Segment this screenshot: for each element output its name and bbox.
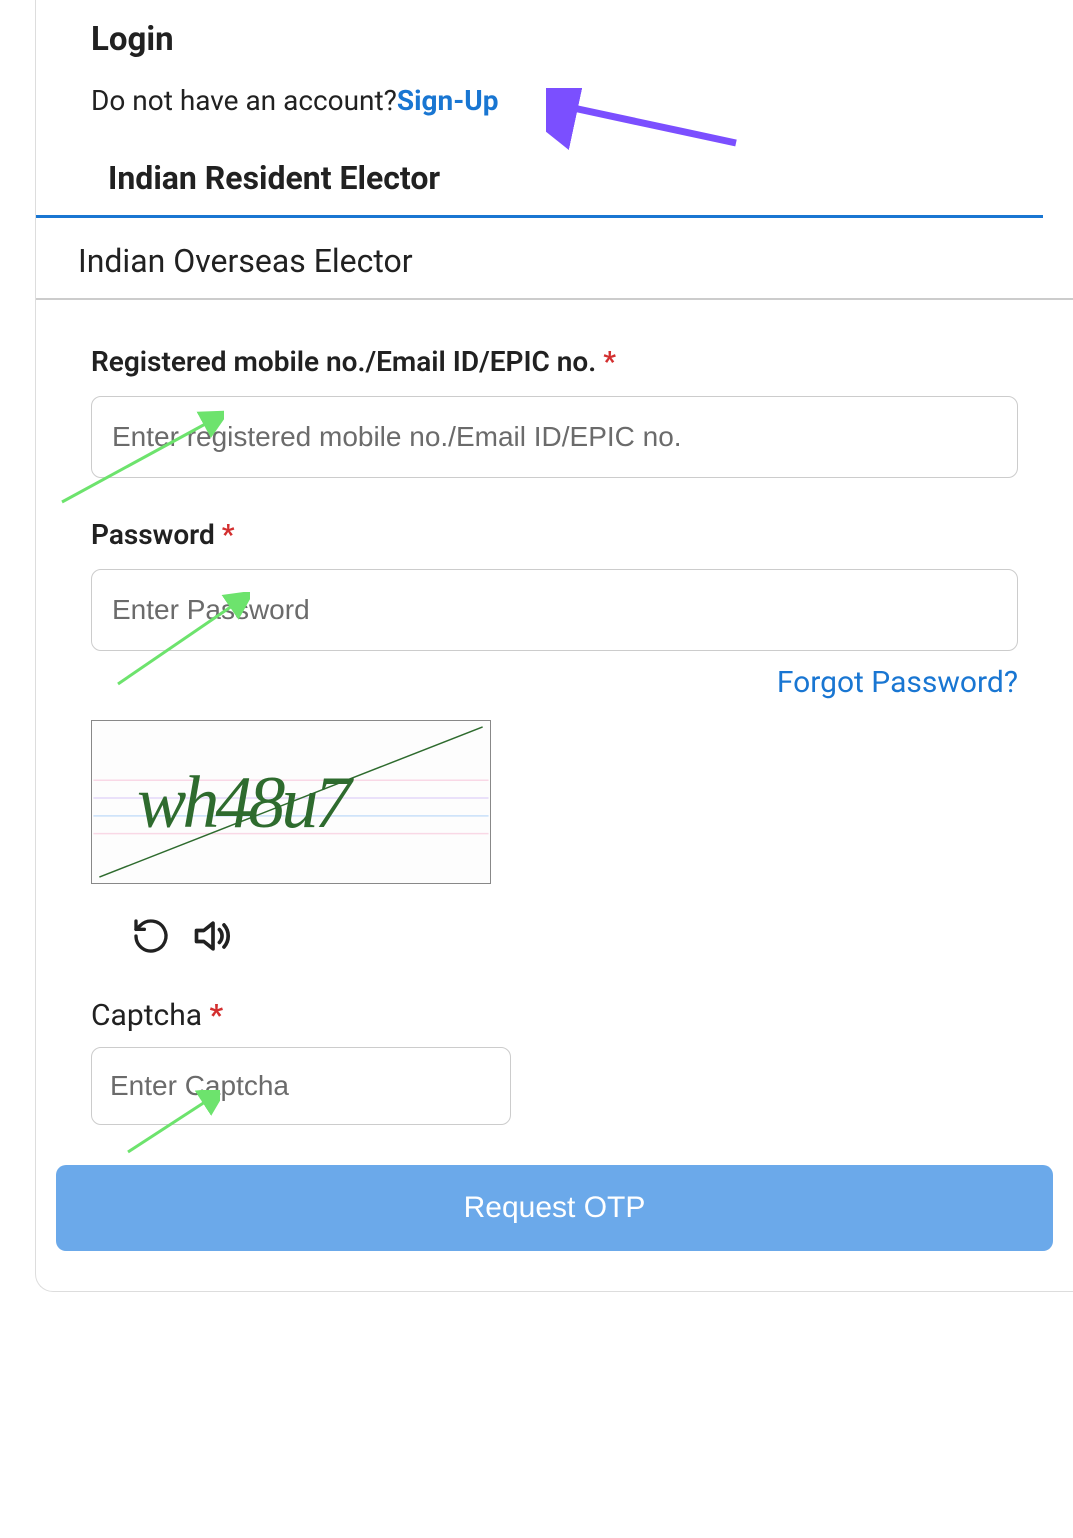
forgot-password-link[interactable]: Forgot Password?: [777, 665, 1018, 700]
forgot-row: Forgot Password?: [91, 665, 1018, 700]
identifier-label: Registered mobile no./Email ID/EPIC no. …: [91, 345, 1018, 378]
tab-overseas-elector[interactable]: Indian Overseas Elector: [36, 224, 1073, 300]
signup-prompt: Do not have an account?: [91, 84, 397, 117]
password-label: Password *: [91, 518, 1018, 551]
request-otp-button[interactable]: Request OTP: [56, 1165, 1053, 1251]
form-section: Registered mobile no./Email ID/EPIC no. …: [36, 300, 1073, 1125]
captcha-label: Captcha *: [91, 998, 1018, 1033]
identifier-group: Registered mobile no./Email ID/EPIC no. …: [91, 345, 1018, 478]
captcha-input[interactable]: [91, 1047, 511, 1125]
required-mark: *: [210, 998, 224, 1033]
required-mark: *: [603, 345, 616, 378]
captcha-controls: [91, 914, 1018, 958]
identifier-label-text: Registered mobile no./Email ID/EPIC no.: [91, 345, 596, 378]
captcha-label-text: Captcha: [91, 998, 202, 1033]
password-label-text: Password: [91, 518, 215, 551]
signup-row: Do not have an account?Sign-Up: [36, 59, 1073, 117]
signup-link[interactable]: Sign-Up: [397, 84, 499, 117]
password-input[interactable]: [91, 569, 1018, 651]
captcha-image: wh48u7: [91, 720, 491, 884]
speaker-icon[interactable]: [191, 914, 235, 958]
required-mark: *: [222, 518, 235, 551]
identifier-input[interactable]: [91, 396, 1018, 478]
refresh-icon[interactable]: [131, 916, 171, 956]
captcha-group: Captcha *: [91, 998, 1018, 1125]
tab-resident-elector[interactable]: Indian Resident Elector: [36, 147, 1043, 218]
page-title: Login: [36, 0, 1073, 59]
password-group: Password * Forgot Password?: [91, 518, 1018, 700]
captcha-value: wh48u7: [137, 761, 347, 846]
tabs-container: Indian Resident Elector Indian Overseas …: [36, 147, 1073, 300]
